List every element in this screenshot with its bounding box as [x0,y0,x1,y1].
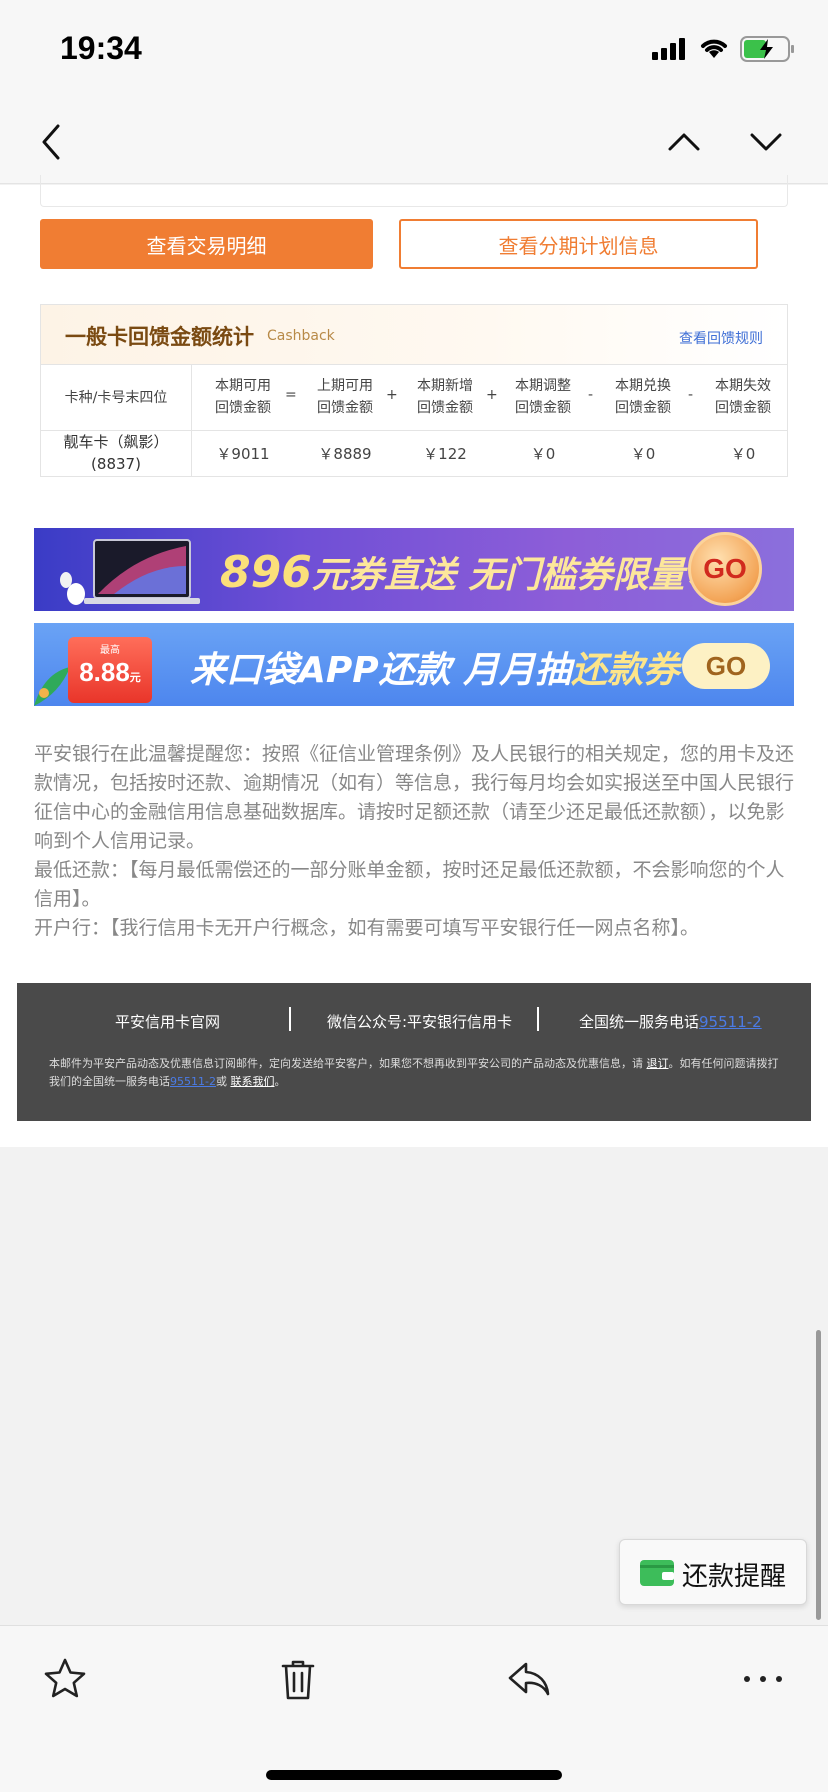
table-row: 靓车卡（飙影） (8837) ￥9011 ￥8889 ￥122 ￥0 ￥0 ￥0 [41,431,787,477]
header-col-6: 本期失效 回馈金额 [715,378,771,416]
cashback-rules-link[interactable]: 查看回馈规则 [679,328,763,348]
mail-body: 查看交易明细 查看分期计划信息 一般卡回馈金额统计 Cashback 查看回馈规… [0,175,828,1147]
banner1-text: 896元券直送 无门槛券限量领 [220,547,721,598]
header-col-3: 本期新增 回馈金额 [417,378,473,416]
phone-link[interactable]: 95511-2 [699,1013,762,1031]
service-phone: 全国统一服务电话95511-2 [579,1013,762,1031]
header-col-5: 本期兑换 回馈金额 [615,378,671,416]
footer-links: 平安信用卡官网 微信公众号:平安银行信用卡 全国统一服务电话95511-2 [17,1007,811,1033]
wechat-account-link[interactable]: 微信公众号:平安银行信用卡 [327,1011,512,1032]
table-header-row: 卡种/卡号末四位 本期可用 回馈金额 = 上期可用 回馈金额 + 本期新增 回馈… [41,365,787,431]
value-new: ￥122 [423,445,467,463]
previous-section-edge [40,175,788,207]
card-name: 靓车卡（飙影） (8837) [63,433,169,473]
banner2-go-button[interactable]: GO [682,643,770,689]
reward-card: 最高 8.88元 [68,637,152,703]
previous-mail-icon[interactable] [664,122,704,162]
view-installments-button[interactable]: 查看分期计划信息 [399,219,758,269]
operator-minus: - [688,387,694,403]
value-expired: ￥0 [730,445,756,463]
repayment-reminder-button[interactable]: 还款提醒 [619,1539,807,1605]
status-bar: 19:34 [0,0,828,100]
star-icon[interactable] [42,1656,88,1702]
scrollbar[interactable] [816,1330,821,1620]
reminder-label: 还款提醒 [682,1562,787,1592]
contact-us-link[interactable]: 联系我们 [230,1075,274,1088]
operator-plus: + [386,387,398,403]
value-previous-available: ￥8889 [318,445,372,463]
phone-link-small[interactable]: 95511-2 [170,1075,216,1088]
view-transactions-button[interactable]: 查看交易明细 [40,219,373,269]
unsubscribe-link[interactable]: 退订 [647,1057,669,1070]
header-col-2: 上期可用 回馈金额 [317,378,373,416]
notice-paragraph: 平安银行在此温馨提醒您：按照《征信业管理条例》及人民银行的相关规定，您的用卡及还… [34,743,795,852]
cashback-subtitle: Cashback [267,328,335,344]
notice-min-payment: 最低还款：【每月最低需偿还的一部分账单金额，按时还足最低还款额，不会影响您的个人… [34,859,785,910]
next-mail-icon[interactable] [746,122,786,162]
value-adjusted: ￥0 [530,445,556,463]
notice-bank-branch: 开户行：【我行信用卡无开户行概念，如有需要可填写平安银行任一网点名称】。 [34,917,700,939]
banner1-go-button[interactable]: GO [688,532,762,606]
banner2-text: 来口袋APP还款 月月抽还款券 [190,650,680,691]
value-current-available: ￥9011 [216,445,270,463]
mail-footer: 平安信用卡官网 微信公众号:平安银行信用卡 全国统一服务电话95511-2 本邮… [17,983,811,1121]
value-redeemed: ￥0 [630,445,656,463]
wallet-icon [640,1560,674,1586]
trash-icon[interactable] [275,1656,321,1702]
official-site-link[interactable]: 平安信用卡官网 [115,1011,220,1032]
cashback-title: 一般卡回馈金额统计 [65,325,254,349]
more-icon[interactable] [740,1656,786,1702]
wifi-icon [701,39,727,58]
battery-icon [740,36,794,62]
back-chevron-icon[interactable] [36,120,66,164]
bottom-toolbar [0,1625,828,1792]
laptop-icon [60,539,200,605]
header-col-1: 本期可用 回馈金额 [215,378,271,416]
operator-minus: - [588,387,594,403]
reply-icon[interactable] [506,1656,552,1702]
navigation-bar [0,100,828,184]
operator-plus: + [486,387,498,403]
home-indicator [266,1770,562,1780]
header-card: 卡种/卡号末四位 [64,390,168,406]
promo-banner-coupon[interactable]: 896元券直送 无门槛券限量领 GO [34,528,794,611]
cashback-header: 一般卡回馈金额统计 Cashback 查看回馈规则 [41,305,787,365]
footer-disclaimer: 本邮件为平安产品动态及优惠信息订阅邮件，定向发送给平安客户，如果您不想再收到平安… [49,1057,779,1088]
credit-notice: 平安银行在此温馨提醒您：按照《征信业管理条例》及人民银行的相关规定，您的用卡及还… [34,740,794,943]
status-time: 19:34 [60,30,142,66]
operator-equals: = [285,387,297,403]
cashback-summary: 一般卡回馈金额统计 Cashback 查看回馈规则 卡种/卡号末四位 本期可用 … [40,304,788,477]
cellular-signal-icon [652,38,685,60]
mail-screen: 19:34 查看交易明细 查看分期计划信息 一般卡回馈金额统计 Cashback… [0,0,828,1792]
header-col-4: 本期调整 回馈金额 [515,378,571,416]
promo-banner-repayment[interactable]: 最高 8.88元 来口袋APP还款 月月抽还款券 GO [34,623,794,706]
